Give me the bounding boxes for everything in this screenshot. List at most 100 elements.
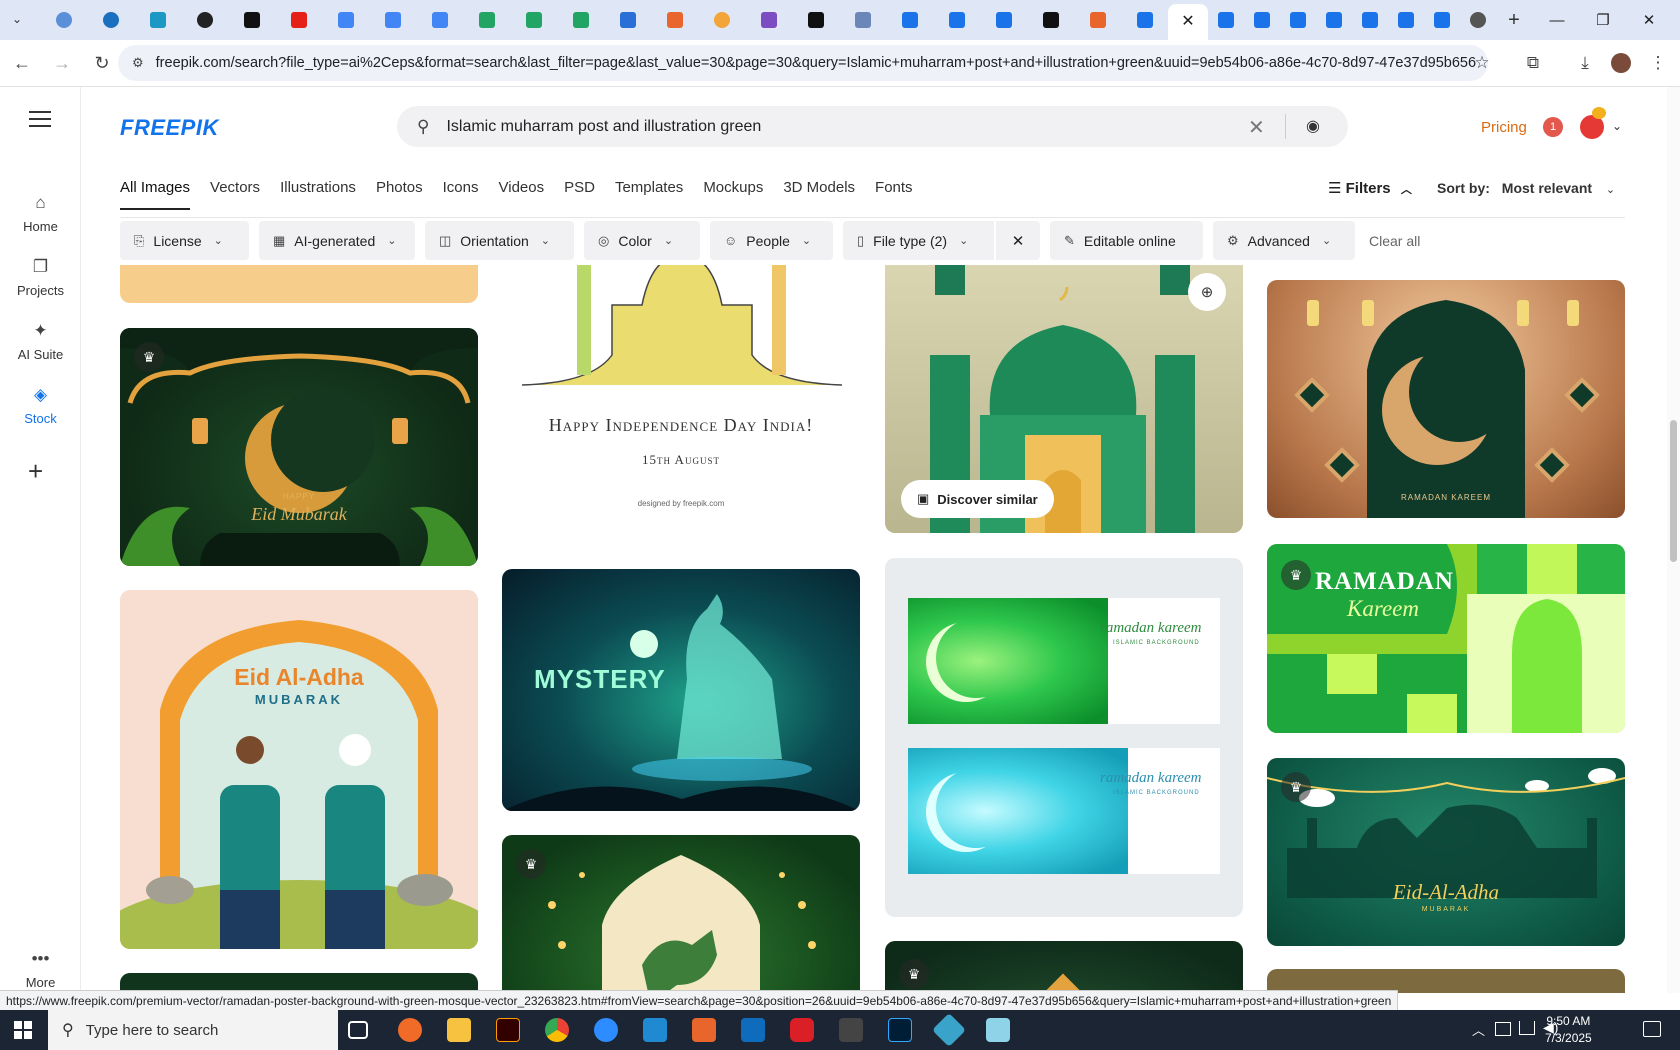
tab-list-button[interactable]: ⌄	[0, 0, 40, 40]
taskbar-search[interactable]: ⚲ Type here to search	[48, 1010, 338, 1050]
browser-tab[interactable]	[1121, 0, 1168, 40]
illustrator-icon[interactable]	[496, 1018, 520, 1042]
browser-tab[interactable]	[886, 0, 933, 40]
browser-tab[interactable]	[1388, 0, 1424, 40]
browser-tab[interactable]	[980, 0, 1027, 40]
app-icon[interactable]	[986, 1018, 1010, 1042]
new-tab-plus-icon[interactable]: +	[1496, 0, 1532, 40]
browser-tab[interactable]	[1027, 0, 1074, 40]
result-card-mystery[interactable]: MYSTERY	[502, 569, 860, 811]
result-card-ramadan-goat[interactable]: ♛	[502, 835, 860, 993]
extensions-icon[interactable]: ⧉	[1520, 50, 1546, 76]
result-card[interactable]: ♛	[885, 941, 1243, 993]
firefox-icon[interactable]	[398, 1018, 422, 1042]
freepik-logo[interactable]: FREEPIK	[120, 115, 219, 141]
search-bar[interactable]: ⚲ Islamic muharram post and illustration…	[397, 106, 1348, 147]
browser-tab[interactable]	[792, 0, 839, 40]
minimize-icon[interactable]: —	[1534, 0, 1580, 40]
notification-bell-icon[interactable]: 1	[1543, 117, 1563, 137]
browser-tab[interactable]	[275, 0, 322, 40]
taskbar-search-input[interactable]: Type here to search	[86, 1022, 219, 1039]
filter-color[interactable]: ◎ Color ⌄	[584, 221, 700, 260]
forward-arrow-icon[interactable]: →	[44, 45, 80, 81]
browser-tab[interactable]	[651, 0, 698, 40]
restore-icon[interactable]: ❐	[1580, 0, 1626, 40]
app-icon[interactable]	[932, 1013, 966, 1047]
filter-license[interactable]: ⎘ License ⌄	[120, 221, 249, 260]
browser-menu-icon[interactable]: ⋮	[1645, 50, 1671, 76]
scrollbar-thumb[interactable]	[1670, 420, 1677, 562]
filter-editable-online[interactable]: ✎ Editable online	[1050, 221, 1203, 260]
system-clock[interactable]: 9:50 AM 7/3/2025	[1545, 1013, 1592, 1047]
creative-cloud-icon[interactable]	[790, 1018, 814, 1042]
browser-tab[interactable]	[1352, 0, 1388, 40]
browser-tab[interactable]	[1424, 0, 1460, 40]
remove-file-type-filter-close-icon[interactable]: ✕	[996, 221, 1040, 260]
vscode-icon[interactable]	[643, 1018, 667, 1042]
task-view-icon[interactable]	[348, 1021, 368, 1039]
bookmark-star-icon[interactable]: ☆	[1469, 50, 1495, 76]
tab-fonts[interactable]: Fonts	[875, 179, 913, 210]
page-scrollbar[interactable]	[1667, 87, 1680, 993]
tab-all-images[interactable]: All Images	[120, 179, 191, 210]
browser-tab[interactable]	[1244, 0, 1280, 40]
photoshop-icon[interactable]	[888, 1018, 912, 1042]
tab-icons[interactable]: Icons	[443, 179, 479, 210]
tray-chevron-up-icon[interactable]: ︿	[1472, 1020, 1485, 1039]
browser-tab[interactable]	[698, 0, 745, 40]
pricing-link[interactable]: Pricing	[1481, 119, 1527, 136]
site-info-icon[interactable]: ⚙	[132, 55, 144, 71]
window-close-icon[interactable]: ✕	[1626, 0, 1672, 40]
filter-orientation[interactable]: ◫ Orientation ⌄	[425, 221, 574, 260]
discover-similar-button[interactable]: ▣ Discover similar	[901, 480, 1054, 518]
browser-tab[interactable]	[1460, 0, 1496, 40]
browser-tab[interactable]	[1074, 0, 1121, 40]
browser-tab[interactable]	[933, 0, 980, 40]
search-input[interactable]: Islamic muharram post and illustration g…	[446, 118, 761, 136]
browser-tab[interactable]	[1280, 0, 1316, 40]
tab-photos[interactable]: Photos	[376, 179, 423, 210]
windows-start-icon[interactable]	[14, 1021, 32, 1039]
browser-tab[interactable]	[87, 0, 134, 40]
filter-file-type[interactable]: ▯ File type (2) ⌄	[843, 221, 994, 260]
tray-app-icon[interactable]	[1495, 1022, 1511, 1036]
browser-tab[interactable]	[557, 0, 604, 40]
pen-tool-icon[interactable]	[839, 1018, 863, 1042]
result-card-watercolor-ramadan[interactable]: ramadan kareem ISLAMIC BACKGROUND ramada…	[885, 558, 1243, 917]
result-card-ramadan-kareem-green[interactable]: ♛ RAMADAN Kareem	[1267, 544, 1625, 733]
browser-tab[interactable]	[416, 0, 463, 40]
browser-tab[interactable]	[463, 0, 510, 40]
browser-tab[interactable]	[369, 0, 416, 40]
notification-center-icon[interactable]	[1643, 1021, 1661, 1037]
account-chevron-down-icon[interactable]: ⌄	[1612, 119, 1622, 133]
browser-tab[interactable]	[40, 0, 87, 40]
result-card-ramadan-kareem-gold[interactable]: RAMADAN KAREEM	[1267, 280, 1625, 518]
tab-templates[interactable]: Templates	[615, 179, 683, 210]
filters-toggle[interactable]: ☰ Filters ︿	[1328, 179, 1412, 197]
browser-tab[interactable]	[839, 0, 886, 40]
clear-all-button[interactable]: Clear all	[1369, 233, 1420, 249]
tab-3d-models[interactable]: 3D Models	[783, 179, 855, 210]
browser-tab[interactable]	[322, 0, 369, 40]
network-icon[interactable]	[1519, 1021, 1535, 1035]
app-icon[interactable]	[692, 1018, 716, 1042]
filter-advanced[interactable]: ⚙ Advanced ⌄	[1213, 221, 1355, 260]
hamburger-menu-icon[interactable]	[29, 109, 51, 127]
filter-people[interactable]: ☺ People ⌄	[710, 221, 833, 260]
browser-tab[interactable]	[134, 0, 181, 40]
sort-dropdown[interactable]: Sort by: Most relevant ⌄	[1437, 180, 1615, 196]
tab-psd[interactable]: PSD	[564, 179, 595, 210]
browser-tab[interactable]	[228, 0, 275, 40]
browser-tab[interactable]	[745, 0, 792, 40]
tab-mockups[interactable]: Mockups	[703, 179, 763, 210]
browser-tab[interactable]	[604, 0, 651, 40]
reload-icon[interactable]: ↻	[84, 45, 120, 81]
browser-tab[interactable]	[181, 0, 228, 40]
chrome-icon[interactable]	[545, 1018, 569, 1042]
back-arrow-icon[interactable]: ←	[4, 45, 40, 81]
address-bar[interactable]: ⚙ freepik.com/search?file_type=ai%2Ceps&…	[118, 45, 1488, 81]
zoom-icon[interactable]	[594, 1018, 618, 1042]
tab-vectors[interactable]: Vectors	[210, 179, 260, 210]
result-card-independence-day[interactable]: Happy Independence Day India! 15th Augus…	[502, 265, 860, 543]
file-explorer-icon[interactable]	[447, 1018, 471, 1042]
